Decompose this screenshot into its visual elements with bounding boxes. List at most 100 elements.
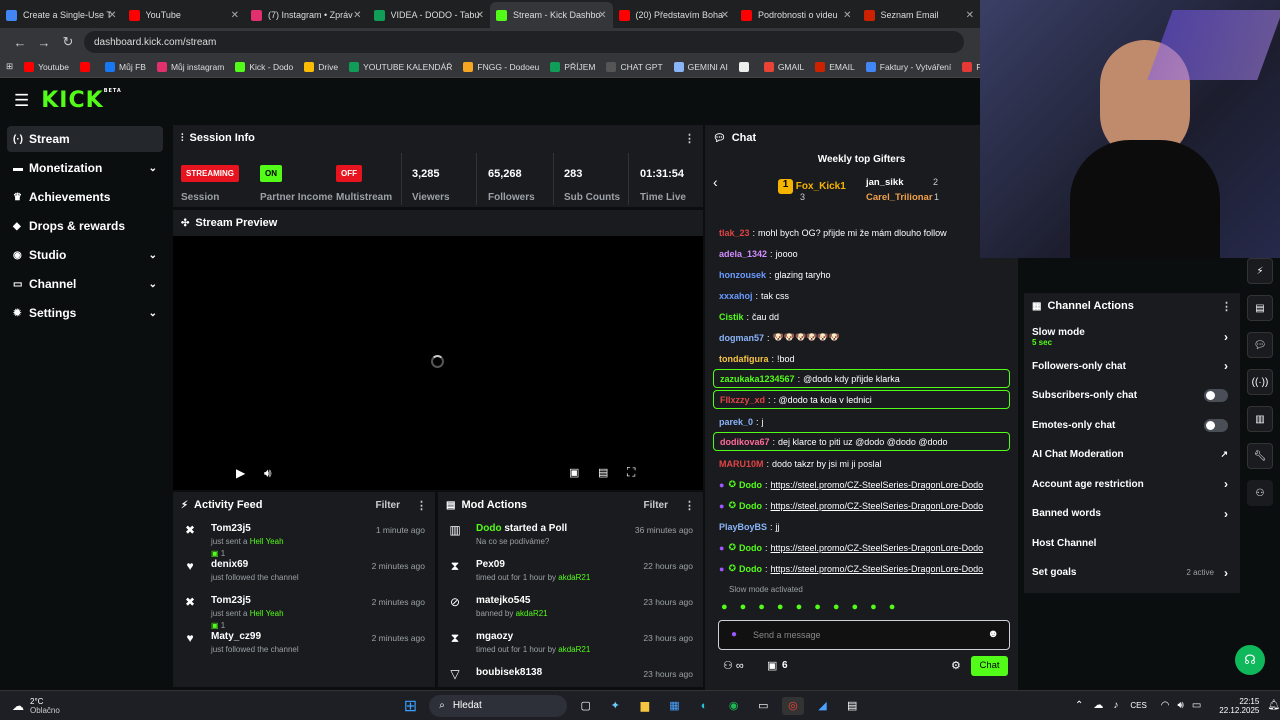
kick-logo[interactable]: KICKBETA xyxy=(41,88,122,113)
edge-icon[interactable]: ◐ xyxy=(693,697,715,715)
chat-username[interactable]: Dodo xyxy=(739,501,762,511)
mod-by[interactable]: akdaR21 xyxy=(558,573,590,582)
activity-user[interactable]: Tom23j5 xyxy=(211,523,284,534)
activity-user[interactable]: Maty_cz99 xyxy=(211,631,299,642)
sidebar-item-monetization[interactable]: ▬ Monetization ⌄ xyxy=(7,155,163,181)
gift-icon[interactable]: ▣ xyxy=(767,659,777,672)
chat-username[interactable]: Cistik xyxy=(719,312,744,322)
chat-username[interactable]: zazukaka1234567 xyxy=(720,374,795,384)
browser-tab[interactable]: Seznam Email ✕ xyxy=(858,2,981,28)
volume-icon[interactable]: 🔊︎ xyxy=(264,466,272,481)
chat-link[interactable]: https://steel.promo/CZ-SteelSeries-Drago… xyxy=(771,543,984,553)
app-icon[interactable]: ◢ xyxy=(812,697,834,715)
chat-username[interactable]: Fllxzzy_xd xyxy=(720,395,765,405)
start-icon[interactable]: ⊞ xyxy=(404,696,417,716)
tab-close-icon[interactable]: ✕ xyxy=(476,10,484,21)
chat-username[interactable]: parek_0 xyxy=(719,417,753,427)
notification-icon[interactable]: 🔔︎ xyxy=(1267,700,1280,711)
theater-icon[interactable]: ▤ xyxy=(598,466,608,479)
taskbar-search[interactable]: ⌕ Hledat xyxy=(429,694,567,717)
rail-chat-icon[interactable]: 💬︎ xyxy=(1247,332,1273,358)
browser-tab[interactable]: YouTube ✕ xyxy=(123,2,246,28)
tab-close-icon[interactable]: ✕ xyxy=(108,10,116,21)
gifters-prev-icon[interactable]: ‹ xyxy=(713,174,718,190)
forward-icon[interactable]: → xyxy=(32,35,56,50)
wifi-icon[interactable]: ◠ xyxy=(1161,700,1170,711)
more-icon[interactable]: ⋮ xyxy=(684,132,695,145)
toggle-switch[interactable] xyxy=(1204,418,1228,432)
chat-input[interactable]: ● Send a message ☻ xyxy=(718,620,1010,650)
bookmark-item[interactable]: GEMINI AI xyxy=(673,61,728,72)
tray-mic-icon[interactable]: ♪ xyxy=(1113,700,1118,711)
play-icon[interactable]: ▶ xyxy=(236,466,245,480)
calculator-icon[interactable]: ▤ xyxy=(841,697,863,715)
activity-user[interactable]: denix69 xyxy=(211,559,299,570)
fullscreen-icon[interactable]: ⛶ xyxy=(627,465,635,480)
chat-link[interactable]: https://steel.promo/CZ-SteelSeries-Drago… xyxy=(771,480,984,490)
battery-icon[interactable]: ▭ xyxy=(1192,700,1201,711)
copilot-icon[interactable]: ✦ xyxy=(604,697,626,715)
store-icon[interactable]: ▦ xyxy=(664,697,686,715)
activity-user[interactable]: Tom23j5 xyxy=(211,595,284,606)
bookmark-item[interactable]: FNGG - Dodoeu xyxy=(463,61,539,72)
bookmark-item[interactable]: Youtube xyxy=(24,61,69,72)
bookmark-item[interactable] xyxy=(80,61,94,72)
chat-username[interactable]: Dodo xyxy=(739,564,762,574)
menu-icon[interactable]: ☰ xyxy=(14,91,29,111)
chat-username[interactable]: tlak_23 xyxy=(719,228,750,238)
mod-user[interactable]: Pex09 xyxy=(476,559,505,570)
mod-by[interactable]: akdaR21 xyxy=(516,609,548,618)
apps-grid-icon[interactable]: ⊞ xyxy=(6,61,13,72)
chat-link[interactable]: https://steel.promo/CZ-SteelSeries-Drago… xyxy=(771,501,984,511)
tab-close-icon[interactable]: ✕ xyxy=(598,10,606,21)
emoji-icon[interactable]: ☻ xyxy=(987,628,999,640)
channel-action-emotes-only-chat[interactable]: Emotes-only chat xyxy=(1024,411,1240,441)
chat-username[interactable]: MARU10M xyxy=(719,459,764,469)
chat-username[interactable]: Dodo xyxy=(739,480,762,490)
browser-tab[interactable]: Podrobnosti o videu ✕ xyxy=(735,2,858,28)
bookmark-item[interactable]: Drive xyxy=(304,61,338,72)
sidebar-item-channel[interactable]: ▭ Channel ⌄ xyxy=(7,271,163,297)
tab-close-icon[interactable]: ✕ xyxy=(843,10,851,21)
spotify-icon[interactable]: ◉ xyxy=(723,697,745,715)
channel-actions-more-icon[interactable]: ⋮ xyxy=(1221,300,1232,313)
channel-action-slow-mode[interactable]: Slow mode 5 sec › xyxy=(1024,322,1240,352)
rail-broadcast-icon[interactable]: ((·)) xyxy=(1247,369,1273,395)
infinity-icon[interactable]: ⚇ ∞ xyxy=(723,659,744,672)
reload-icon[interactable]: ↻ xyxy=(56,34,80,50)
multistream-off-badge[interactable]: OFF xyxy=(336,165,362,182)
mod-by[interactable]: akdaR21 xyxy=(558,645,590,654)
chevron-down-icon[interactable]: ⌄ xyxy=(149,250,157,261)
chevron-down-icon[interactable]: ⌄ xyxy=(149,279,157,290)
tab-close-icon[interactable]: ✕ xyxy=(721,10,729,21)
chat-username[interactable]: tondafigura xyxy=(719,354,769,364)
channel-action-ai-chat-moderation[interactable]: AI Chat Moderation ↗ xyxy=(1024,440,1240,470)
activity-filter-button[interactable]: Filter xyxy=(376,500,400,511)
tab-close-icon[interactable]: ✕ xyxy=(966,10,974,21)
bookmark-item[interactable]: PŘÍJEM xyxy=(550,61,595,72)
mod-filter-button[interactable]: Filter xyxy=(644,500,668,511)
activity-more-icon[interactable]: ⋮ xyxy=(416,499,427,512)
send-chat-button[interactable]: Chat xyxy=(971,656,1008,676)
rail-users-icon[interactable]: ⚇ xyxy=(1247,480,1273,506)
channel-action-host-channel[interactable]: Host Channel xyxy=(1024,529,1240,559)
address-field[interactable]: dashboard.kick.com/stream xyxy=(84,31,964,53)
browser-tab[interactable]: (20) Představím Boha ✕ xyxy=(613,2,736,28)
rail-store-icon[interactable]: ▥ xyxy=(1247,406,1273,432)
chevron-down-icon[interactable]: ⌄ xyxy=(149,308,157,319)
toggle-switch[interactable] xyxy=(1204,389,1228,403)
mod-user[interactable]: boubisek8138 xyxy=(476,667,542,678)
channel-action-banned-words[interactable]: Banned words › xyxy=(1024,499,1240,529)
mod-user[interactable]: Dodo xyxy=(476,523,502,534)
channel-action-followers-only-chat[interactable]: Followers-only chat › xyxy=(1024,352,1240,382)
volume-tray-icon[interactable]: 🔊︎ xyxy=(1178,700,1184,711)
bookmark-item[interactable]: YOUTUBE KALENDÁŘ xyxy=(349,61,452,72)
chat-username[interactable]: dodikova67 xyxy=(720,437,770,447)
bookmark-item[interactable]: GMAIL xyxy=(763,61,804,72)
support-button[interactable]: ☊ xyxy=(1235,645,1265,675)
rail-wrench-icon[interactable]: 🔧︎ xyxy=(1247,443,1273,469)
chat-settings-icon[interactable]: ⚙ xyxy=(951,659,961,672)
chat-username[interactable]: xxxahoj xyxy=(719,291,753,301)
bookmark-item[interactable]: Můj instagram xyxy=(156,61,224,72)
partner-on-badge[interactable]: ON xyxy=(260,165,282,182)
